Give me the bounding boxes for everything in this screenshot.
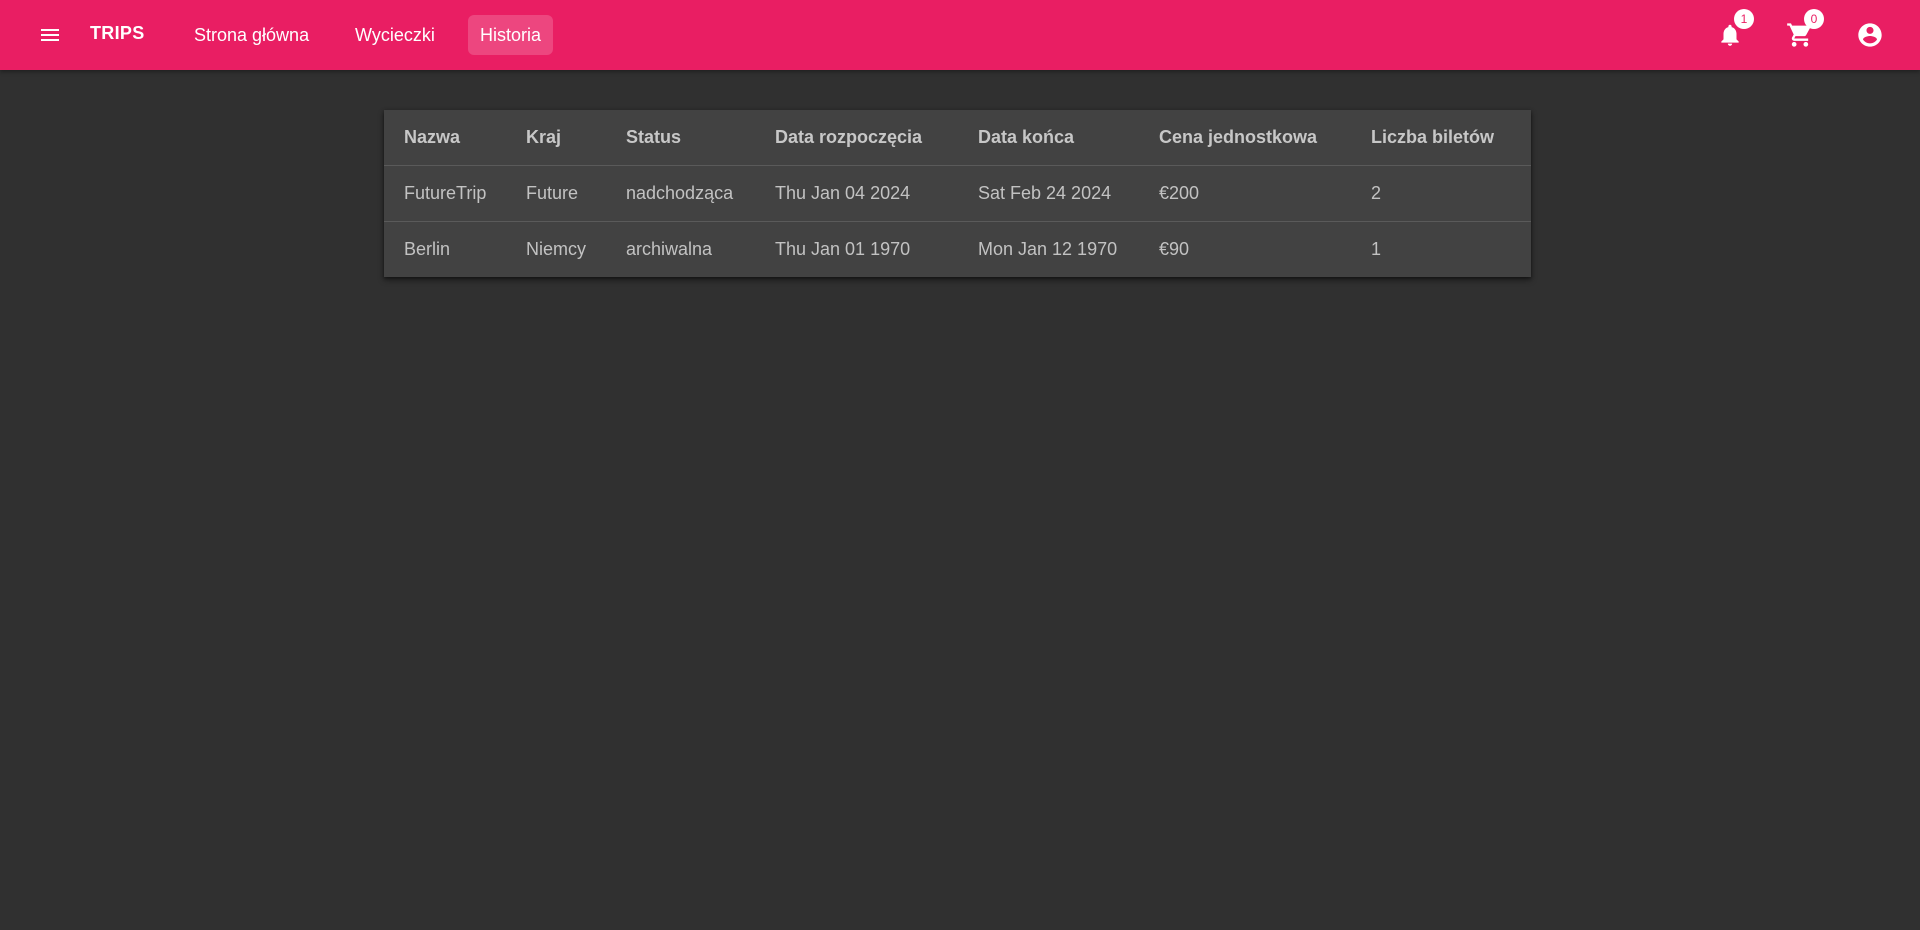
cell-name: Berlin xyxy=(404,239,451,259)
cart-badge: 0 xyxy=(1804,9,1824,29)
top-toolbar: TRIPS Strona główna Wycieczki Historia 1… xyxy=(0,0,1920,70)
cart-button[interactable]: 0 xyxy=(1780,9,1824,55)
cell-start-date: Thu Jan 01 1970 xyxy=(775,239,911,259)
column-header-country: Kraj xyxy=(506,110,606,166)
history-table: Nazwa Kraj Status Data rozpoczęcia Data … xyxy=(384,110,1531,277)
cell-ticket-count: 2 xyxy=(1351,165,1531,222)
cell-country: Future xyxy=(506,165,606,222)
notifications-button[interactable]: 1 xyxy=(1710,9,1754,55)
column-header-ticket-count: Liczba biletów xyxy=(1351,110,1531,166)
table-header-row: Nazwa Kraj Status Data rozpoczęcia Data … xyxy=(384,110,1531,166)
nav-link-home[interactable]: Strona główna xyxy=(182,15,321,55)
table-row: Berlin Niemcy archiwalna Thu Jan 01 1970… xyxy=(384,222,1531,278)
cell-name: FutureTrip xyxy=(384,165,506,222)
nav-link-history[interactable]: Historia xyxy=(468,15,554,55)
cell-status: nadchodząca xyxy=(606,165,755,222)
cell-unit-price: €200 xyxy=(1139,165,1351,222)
account-button[interactable] xyxy=(1850,15,1890,55)
history-table-card: Nazwa Kraj Status Data rozpoczęcia Data … xyxy=(384,110,1531,277)
cell-end-date: Sat Feb 24 2024 xyxy=(958,165,1139,222)
notifications-badge: 1 xyxy=(1734,9,1754,29)
cell-unit-price: €90 xyxy=(1159,239,1190,259)
column-header-status: Status xyxy=(606,110,755,166)
nav-link-trips[interactable]: Wycieczki xyxy=(343,15,447,55)
account-circle-icon xyxy=(1858,23,1882,47)
menu-button[interactable] xyxy=(30,17,70,53)
cell-status: archiwalna xyxy=(626,239,713,259)
column-header-unit-price: Cena jednostkowa xyxy=(1139,110,1351,166)
cell-end-date: Mon Jan 12 1970 xyxy=(978,239,1118,259)
cell-country: Niemcy xyxy=(526,239,587,259)
column-header-start-date: Data rozpoczęcia xyxy=(755,110,958,166)
menu-icon xyxy=(41,29,59,41)
app-brand[interactable]: TRIPS xyxy=(90,23,145,44)
column-header-name: Nazwa xyxy=(384,110,506,166)
cell-start-date: Thu Jan 04 2024 xyxy=(755,165,958,222)
column-header-end-date: Data końca xyxy=(958,110,1139,166)
cell-ticket-count: 1 xyxy=(1371,239,1382,259)
table-row: FutureTrip Future nadchodząca Thu Jan 04… xyxy=(384,165,1531,222)
